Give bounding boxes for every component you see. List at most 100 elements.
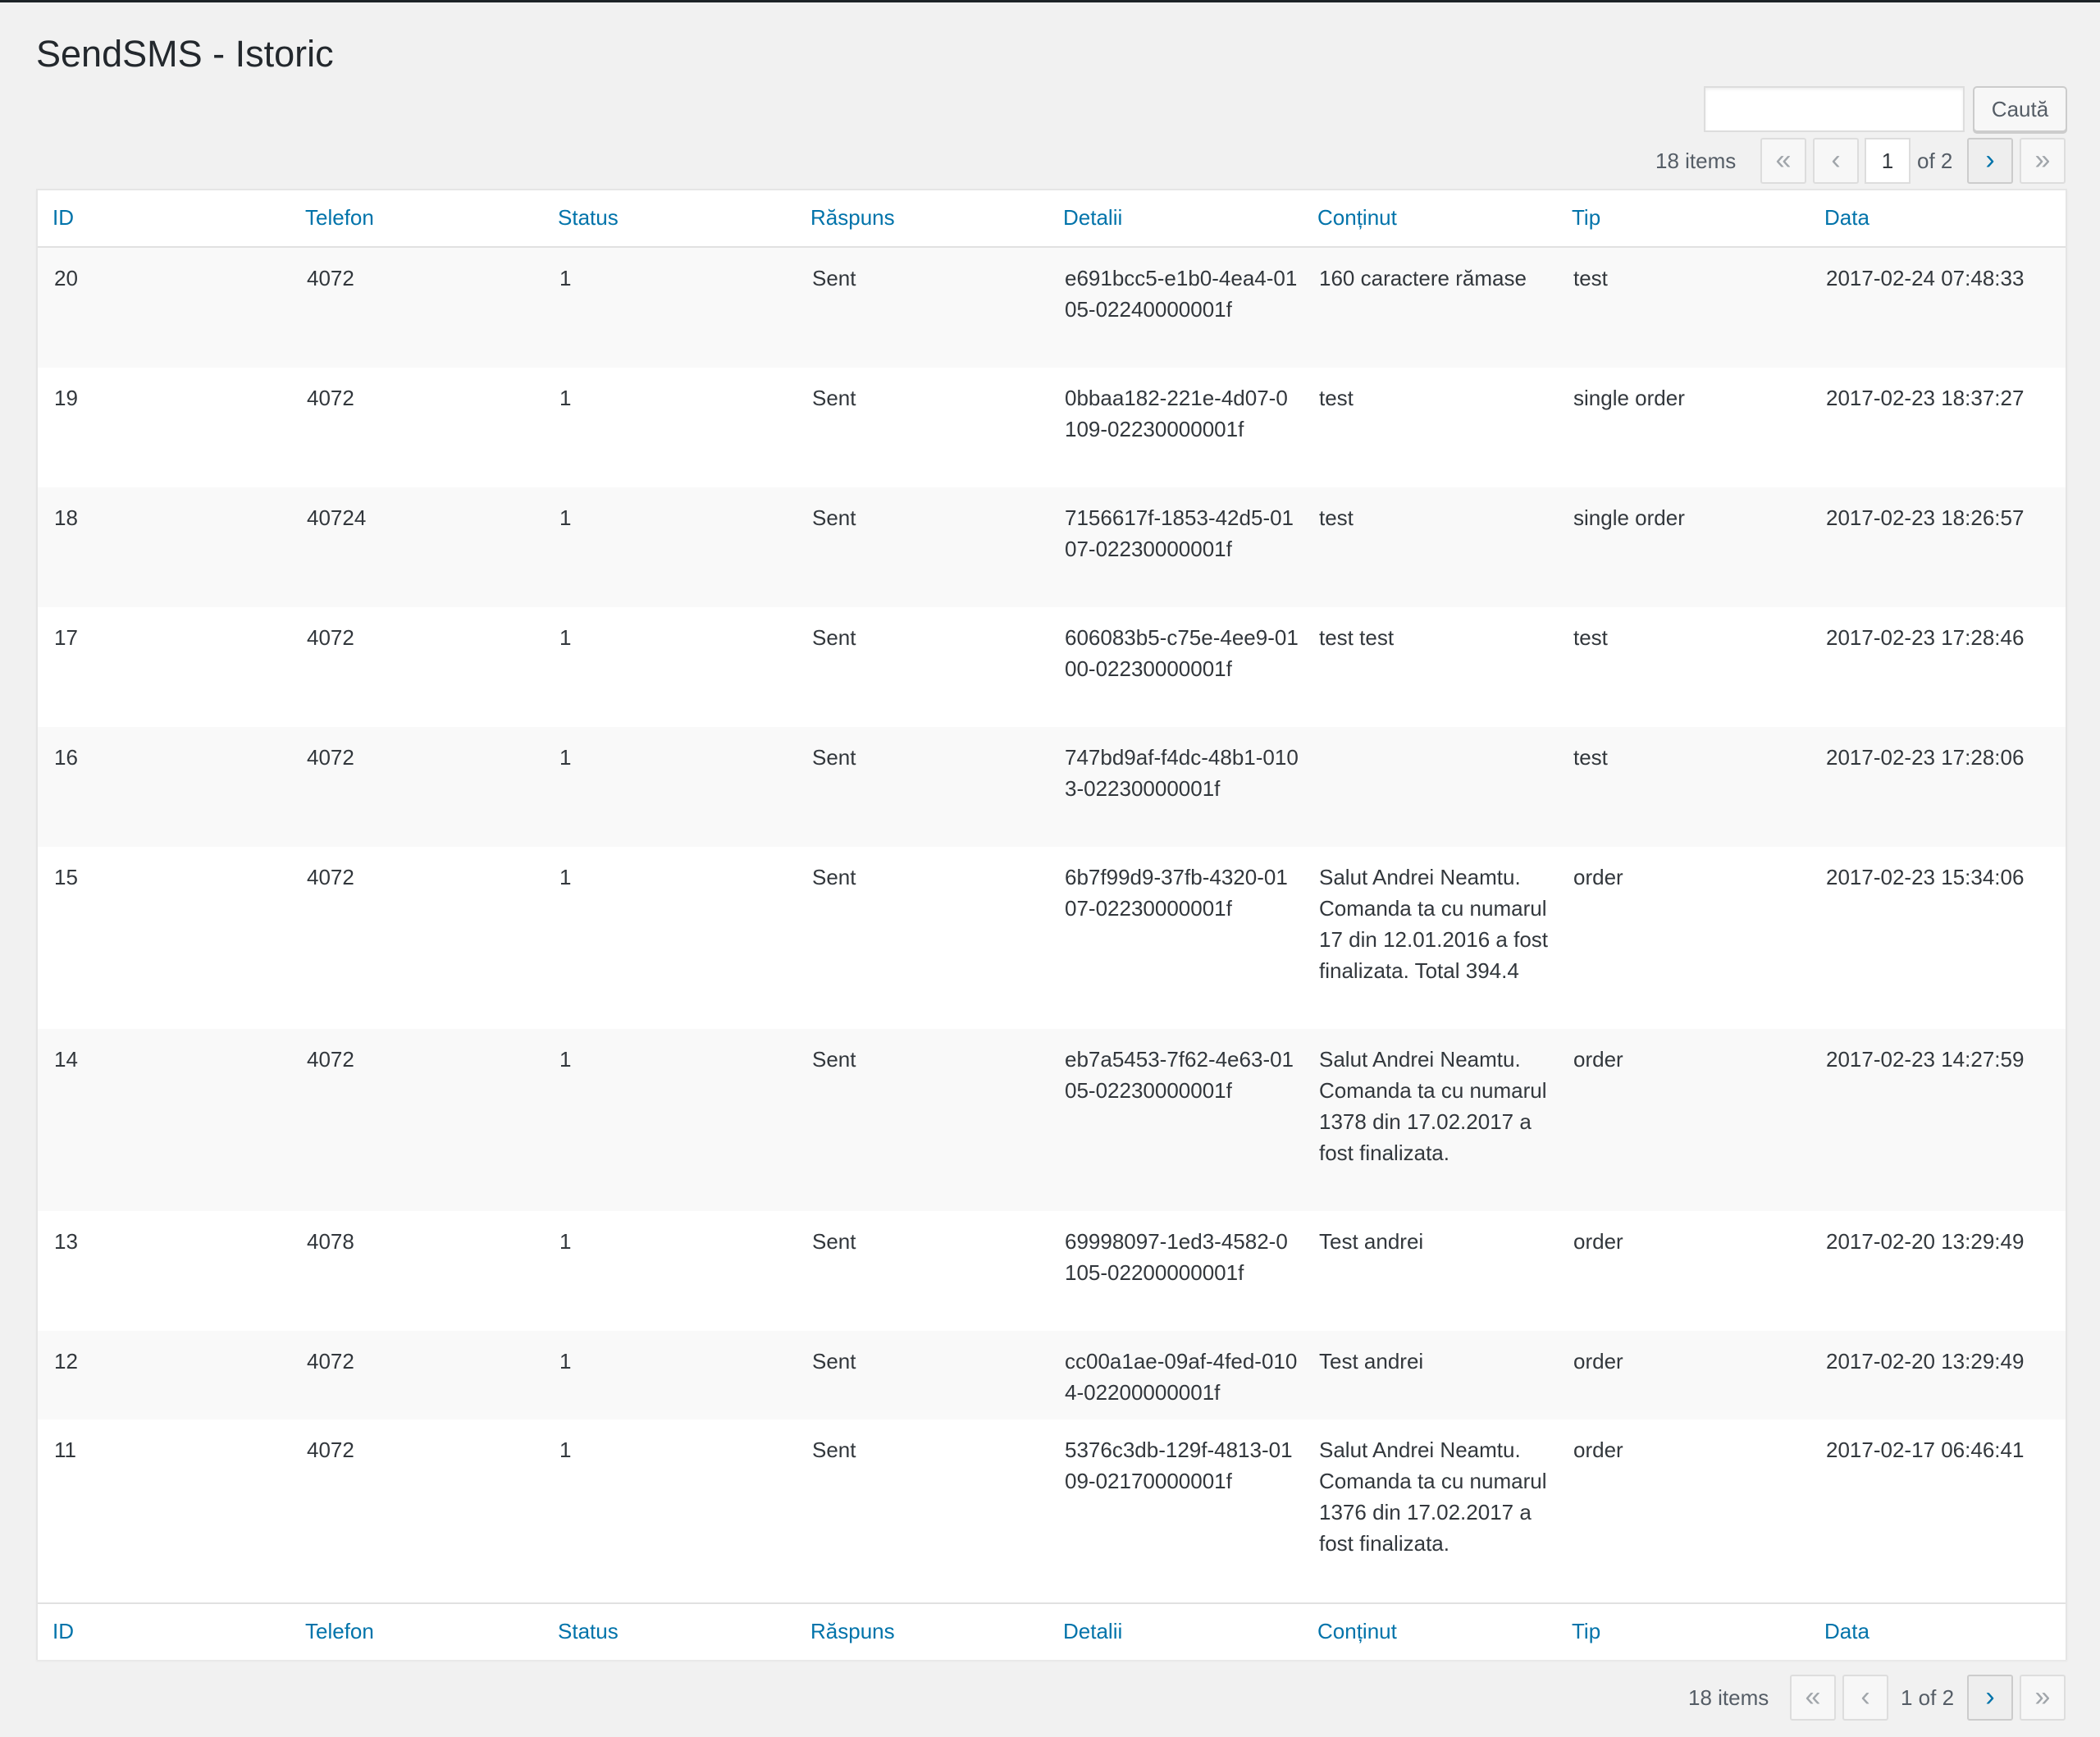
items-count: 18 items — [1688, 1685, 1769, 1710]
cell-tip: single order — [1573, 386, 1685, 410]
cell-continut: 160 caractere rămase — [1319, 266, 1527, 290]
cell-id: 15 — [54, 865, 78, 889]
column-header-detalii[interactable]: Detalii — [1063, 205, 1122, 231]
cell-status: 1 — [559, 386, 572, 410]
cell-tip: order — [1573, 1047, 1623, 1072]
table-row: 13 4078 1 Sent 69998097-1ed3-4582-0105-02200… — [38, 1211, 2066, 1331]
cell-data: 2017-02-23 15:34:06 — [1826, 865, 2025, 889]
cell-continut: Salut Andrei Neamtu. Comanda ta cu numar… — [1319, 1438, 1547, 1556]
column-footer-raspuns[interactable]: Răspuns — [810, 1619, 895, 1644]
cell-tip: order — [1573, 1349, 1623, 1374]
sms-history-table: ID Telefon Status Răspuns Detalii Conțin… — [36, 189, 2067, 1660]
cell-detalii: cc00a1ae-09af-4fed-0104-02200000001f — [1065, 1349, 1298, 1405]
column-footer-status[interactable]: Status — [558, 1619, 619, 1644]
cell-data: 2017-02-23 18:37:27 — [1826, 386, 2025, 410]
cell-status: 1 — [559, 745, 572, 770]
cell-telefon: 4072 — [307, 386, 354, 410]
cell-id: 18 — [54, 505, 78, 530]
column-header-tip[interactable]: Tip — [1572, 205, 1600, 231]
last-page-button[interactable]: » — [2020, 1675, 2066, 1721]
column-header-id[interactable]: ID — [52, 205, 74, 231]
cell-status: 1 — [559, 1229, 572, 1254]
cell-telefon: 40724 — [307, 505, 367, 530]
column-footer-id[interactable]: ID — [52, 1619, 74, 1644]
cell-tip: test — [1573, 745, 1608, 770]
cell-status: 1 — [559, 266, 572, 290]
column-header-raspuns[interactable]: Răspuns — [810, 205, 895, 231]
column-header-status[interactable]: Status — [558, 205, 619, 231]
total-pages-label: of 2 — [1917, 149, 1953, 173]
cell-detalii: eb7a5453-7f62-4e63-0105-02230000001f — [1065, 1047, 1294, 1103]
cell-status: 1 — [559, 1047, 572, 1072]
cell-status: 1 — [559, 1438, 572, 1462]
last-page-button[interactable]: » — [2020, 138, 2066, 184]
cell-data: 2017-02-17 06:46:41 — [1826, 1438, 2025, 1462]
cell-tip: test — [1573, 266, 1608, 290]
cell-id: 14 — [54, 1047, 78, 1072]
cell-detalii: 0bbaa182-221e-4d07-0109-02230000001f — [1065, 386, 1288, 441]
table-row: 15 4072 1 Sent 6b7f99d9-37fb-4320-0107-02230… — [38, 847, 2066, 1029]
column-footer-data[interactable]: Data — [1824, 1619, 1869, 1644]
cell-status: 1 — [559, 865, 572, 889]
cell-detalii: e691bcc5-e1b0-4ea4-0105-02240000001f — [1065, 266, 1298, 322]
table-footer: ID Telefon Status Răspuns Detalii Conțin… — [38, 1602, 2066, 1660]
column-footer-telefon[interactable]: Telefon — [305, 1619, 374, 1644]
cell-telefon: 4072 — [307, 1047, 354, 1072]
column-footer-detalii[interactable]: Detalii — [1063, 1619, 1122, 1644]
cell-id: 11 — [54, 1438, 76, 1462]
cell-data: 2017-02-24 07:48:33 — [1826, 266, 2025, 290]
cell-raspuns: Sent — [812, 266, 856, 290]
table-row: 16 4072 1 Sent 747bd9af-f4dc-48b1-0103-02230… — [38, 727, 2066, 847]
page-title: SendSMS - Istoric — [36, 33, 334, 75]
pagination-top: 18 items « ‹ of 2 › » — [0, 138, 2067, 184]
cell-telefon: 4072 — [307, 865, 354, 889]
cell-data: 2017-02-20 13:29:49 — [1826, 1229, 2025, 1254]
column-footer-tip[interactable]: Tip — [1572, 1619, 1600, 1644]
cell-raspuns: Sent — [812, 745, 856, 770]
cell-raspuns: Sent — [812, 1438, 856, 1462]
cell-raspuns: Sent — [812, 625, 856, 650]
cell-telefon: 4072 — [307, 745, 354, 770]
cell-continut: Salut Andrei Neamtu. Comanda ta cu numar… — [1319, 865, 1549, 983]
cell-continut: Salut Andrei Neamtu. Comanda ta cu numar… — [1319, 1047, 1547, 1165]
first-page-button[interactable]: « — [1790, 1675, 1836, 1721]
table-header: ID Telefon Status Răspuns Detalii Conțin… — [38, 190, 2066, 248]
cell-status: 1 — [559, 625, 572, 650]
prev-page-button[interactable]: ‹ — [1842, 1675, 1888, 1721]
table-row: 18 40724 1 Sent 7156617f-1853-42d5-0107-0223… — [38, 487, 2066, 607]
column-header-continut[interactable]: Conținut — [1317, 205, 1397, 231]
cell-data: 2017-02-23 14:27:59 — [1826, 1047, 2025, 1072]
cell-tip: test — [1573, 625, 1608, 650]
first-page-button[interactable]: « — [1760, 138, 1806, 184]
cell-raspuns: Sent — [812, 1349, 856, 1374]
current-page-input[interactable] — [1865, 138, 1911, 184]
cell-status: 1 — [559, 1349, 572, 1374]
cell-status: 1 — [559, 505, 572, 530]
cell-detalii: 6b7f99d9-37fb-4320-0107-02230000001f — [1065, 865, 1288, 921]
column-footer-continut[interactable]: Conținut — [1317, 1619, 1397, 1644]
next-page-button[interactable]: › — [1967, 138, 2013, 184]
cell-raspuns: Sent — [812, 1229, 856, 1254]
cell-continut: test — [1319, 386, 1354, 410]
cell-data: 2017-02-23 18:26:57 — [1826, 505, 2025, 530]
cell-raspuns: Sent — [812, 1047, 856, 1072]
cell-id: 19 — [54, 386, 78, 410]
cell-data: 2017-02-23 17:28:06 — [1826, 745, 2025, 770]
cell-telefon: 4072 — [307, 625, 354, 650]
cell-id: 13 — [54, 1229, 78, 1254]
items-count: 18 items — [1655, 149, 1737, 173]
cell-tip: order — [1573, 1438, 1623, 1462]
search-input[interactable] — [1704, 86, 1965, 132]
prev-page-button[interactable]: ‹ — [1813, 138, 1859, 184]
cell-detalii: 5376c3db-129f-4813-0109-02170000001f — [1065, 1438, 1293, 1493]
cell-data: 2017-02-23 17:28:46 — [1826, 625, 2025, 650]
cell-telefon: 4072 — [307, 1349, 354, 1374]
column-header-telefon[interactable]: Telefon — [305, 205, 374, 231]
cell-raspuns: Sent — [812, 865, 856, 889]
next-page-button[interactable]: › — [1967, 1675, 2013, 1721]
search-button[interactable]: Caută — [1973, 86, 2067, 132]
cell-continut: test — [1319, 505, 1354, 530]
column-header-data[interactable]: Data — [1824, 205, 1869, 231]
cell-continut: Test andrei — [1319, 1349, 1424, 1374]
pagination-bottom: 18 items « ‹ 1 of 2 › » — [0, 1675, 2067, 1721]
